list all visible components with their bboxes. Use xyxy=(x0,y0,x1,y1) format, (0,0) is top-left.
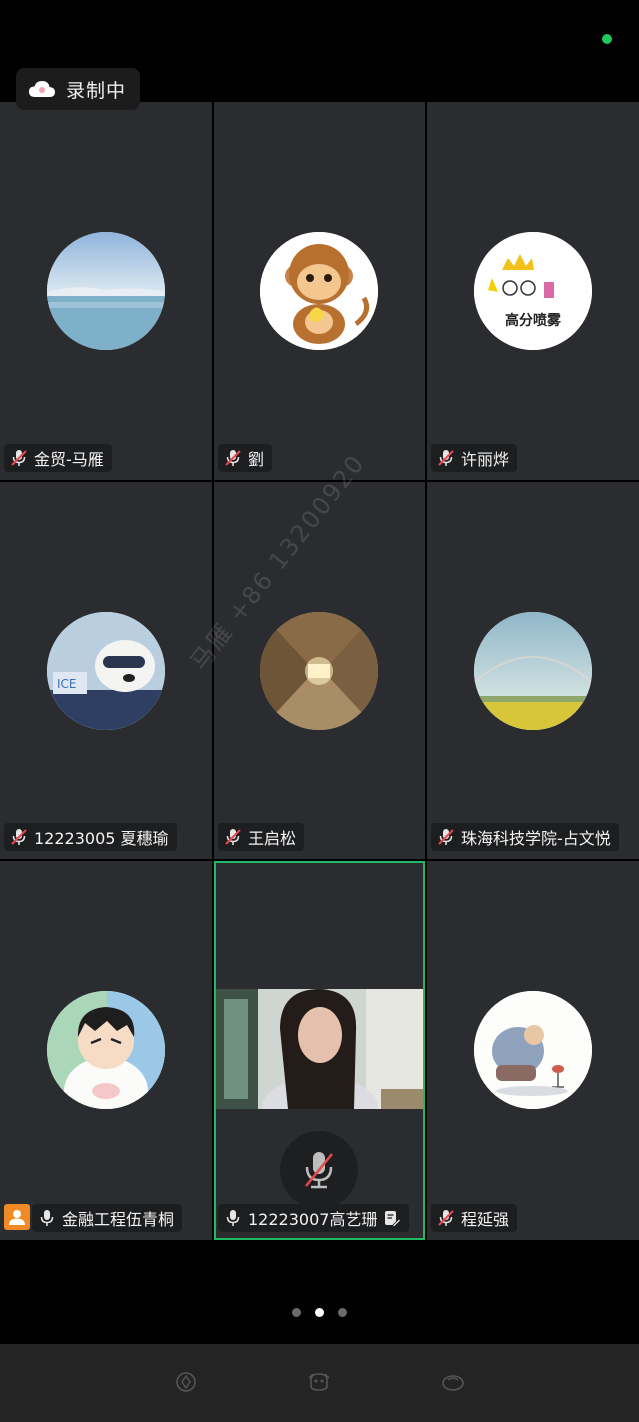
participant-name: 劉 xyxy=(248,450,265,469)
participant-name: 12223007高艺珊 xyxy=(248,1210,378,1229)
participant-tile[interactable]: 金融工程伍青桐 xyxy=(0,861,212,1240)
host-badge xyxy=(4,1204,30,1230)
participant-tile[interactable]: 珠海科技学院-占文悦 xyxy=(427,482,639,859)
toolbar-button-right[interactable] xyxy=(439,1368,467,1396)
participant-name-tag: 12223007高艺珊 xyxy=(218,1204,410,1232)
page-dot-current[interactable] xyxy=(315,1308,324,1317)
recording-indicator[interactable]: 录制中 xyxy=(16,68,141,110)
mic-muted-icon xyxy=(438,450,454,466)
participant-tile[interactable]: ICE 12223005 夏穗瑜 xyxy=(0,482,212,859)
participant-name-tag: 金融工程伍青桐 xyxy=(32,1204,183,1232)
mic-toggle-button[interactable] xyxy=(280,1131,358,1209)
svg-text:ICE: ICE xyxy=(57,677,77,691)
avatar-caption: 高分喷雾 xyxy=(505,312,562,329)
mic-icon xyxy=(226,1210,240,1226)
person-icon xyxy=(9,1210,25,1225)
participant-avatar xyxy=(260,612,378,730)
mic-muted-icon xyxy=(438,829,454,845)
mic-muted-icon xyxy=(225,450,241,466)
participant-name: 王启松 xyxy=(248,829,297,848)
toolbar-button-center[interactable] xyxy=(305,1368,333,1396)
participant-name-tag: 程延强 xyxy=(431,1204,518,1232)
page-dot[interactable] xyxy=(292,1308,301,1317)
cloud-icon xyxy=(29,81,55,97)
participant-name-tag: 王启松 xyxy=(218,823,305,851)
participant-avatar xyxy=(474,612,592,730)
mic-muted-icon xyxy=(11,829,27,845)
participant-avatar xyxy=(260,232,378,350)
participant-avatar xyxy=(474,991,592,1109)
camera-video xyxy=(216,989,423,1109)
participant-name: 珠海科技学院-占文悦 xyxy=(461,829,611,848)
participant-name: 12223005 夏穗瑜 xyxy=(34,829,169,848)
participant-tile-active[interactable]: 12223007高艺珊 xyxy=(214,861,425,1240)
participant-name: 许丽烨 xyxy=(461,450,510,469)
page-indicator[interactable] xyxy=(0,1308,639,1317)
participant-avatar xyxy=(47,232,165,350)
participant-name-tag: 金贸-马雁 xyxy=(4,444,112,472)
mic-muted-icon xyxy=(438,1210,454,1226)
participant-name-tag: 珠海科技学院-占文悦 xyxy=(431,823,619,851)
participant-tile[interactable]: 程延强 xyxy=(427,861,639,1240)
bottom-toolbar xyxy=(0,1344,639,1422)
participant-name: 金融工程伍青桐 xyxy=(62,1210,175,1229)
participant-grid: 金贸-马雁 劉 高分喷雾 许丽烨 ICE 12223005 夏穗瑜 王启松 珠海… xyxy=(0,102,639,1240)
mic-icon xyxy=(40,1210,54,1226)
toolbar-button-left[interactable] xyxy=(172,1368,200,1396)
participant-name-tag: 劉 xyxy=(218,444,273,472)
participant-tile[interactable]: 劉 xyxy=(214,102,425,480)
participant-avatar: ICE xyxy=(47,612,165,730)
participant-name: 金贸-马雁 xyxy=(34,450,104,469)
note-edit-icon xyxy=(385,1211,402,1227)
mic-muted-icon xyxy=(305,1152,333,1189)
participant-tile[interactable]: 金贸-马雁 xyxy=(0,102,212,480)
online-status-dot xyxy=(602,34,612,44)
participant-tile[interactable]: 高分喷雾 许丽烨 xyxy=(427,102,639,480)
participant-name-tag: 许丽烨 xyxy=(431,444,518,472)
mic-muted-icon xyxy=(11,450,27,466)
recording-label: 录制中 xyxy=(66,79,127,102)
page-dot[interactable] xyxy=(338,1308,347,1317)
mic-muted-icon xyxy=(225,829,241,845)
participant-name-tag: 12223005 夏穗瑜 xyxy=(4,823,177,851)
participant-name: 程延强 xyxy=(461,1210,510,1229)
participant-tile[interactable]: 王启松 xyxy=(214,482,425,859)
participant-avatar: 高分喷雾 xyxy=(474,232,592,350)
participant-avatar xyxy=(47,991,165,1109)
